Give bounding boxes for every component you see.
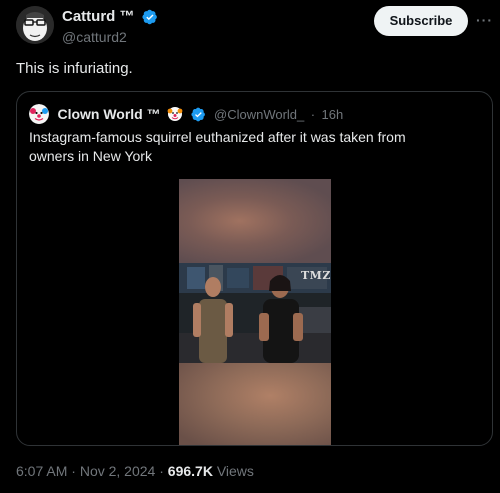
subscribe-button[interactable]: Subscribe: [374, 6, 468, 36]
quote-video[interactable]: TMZ: [179, 179, 331, 445]
views-count[interactable]: 696.7K: [168, 463, 213, 479]
more-icon[interactable]: ···: [476, 12, 492, 28]
quote-handle[interactable]: @ClownWorld_: [214, 107, 304, 122]
tweet-time[interactable]: 6:07 AM: [16, 463, 67, 479]
author-display-name[interactable]: Catturd ™: [62, 8, 135, 25]
tmz-watermark: TMZ: [301, 269, 331, 282]
meta-separator: ·: [159, 463, 164, 479]
views-label: Views: [216, 463, 254, 479]
tweet-header: Catturd ™ @catturd2 Subscribe ···: [16, 6, 492, 46]
author-block[interactable]: Catturd ™ @catturd2: [62, 8, 158, 45]
clown-emoji-icon: [167, 107, 183, 121]
quote-text: Instagram-famous squirrel euthanized aft…: [29, 129, 406, 164]
video-blur-bottom: [179, 363, 331, 445]
quote-display-name[interactable]: Clown World ™: [57, 106, 160, 122]
cartoon-avatar-icon: [16, 6, 54, 44]
clown-avatar-icon: [29, 104, 49, 124]
quote-tweet-card[interactable]: Clown World ™ @ClownWorld_ · 16h Instagr…: [16, 91, 493, 446]
tweet-date[interactable]: Nov 2, 2024: [80, 463, 156, 479]
author-handle[interactable]: @catturd2: [62, 29, 158, 45]
video-blur-top: [179, 179, 331, 263]
verified-badge-icon: [142, 9, 157, 25]
quote-avatar[interactable]: [29, 104, 49, 124]
tweet-text: This is infuriating.: [16, 60, 133, 77]
verified-badge-icon: [190, 107, 205, 121]
previous-tweet-fragment: [0, 0, 500, 2]
meta-separator: ·: [71, 463, 76, 479]
tweet-meta: 6:07 AM · Nov 2, 2024 · 696.7K Views: [16, 463, 254, 479]
avatar[interactable]: [16, 6, 54, 44]
quote-timestamp[interactable]: 16h: [322, 107, 344, 122]
quote-header: Clown World ™ @ClownWorld_ · 16h: [29, 104, 343, 124]
quote-separator: ·: [310, 106, 316, 122]
